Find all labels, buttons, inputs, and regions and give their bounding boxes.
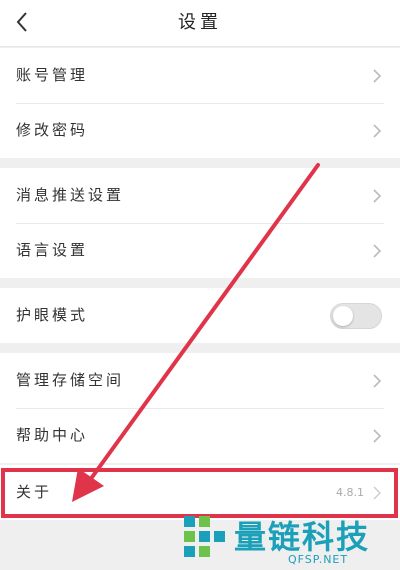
settings-group-eye-care: 护眼模式	[0, 288, 400, 343]
settings-item-label: 语言设置	[16, 241, 89, 259]
chevron-right-icon	[373, 189, 382, 203]
settings-item-label: 修改密码	[16, 121, 89, 139]
eye-care-toggle[interactable]	[330, 303, 382, 329]
settings-item-label: 帮助中心	[16, 426, 89, 444]
watermark-logo-icon	[184, 516, 225, 557]
settings-item-label: 消息推送设置	[16, 186, 125, 204]
chevron-right-icon	[373, 244, 382, 258]
settings-group-account: 账号管理 修改密码	[0, 48, 400, 158]
settings-item-language[interactable]: 语言设置	[0, 223, 400, 278]
settings-item-label: 护眼模式	[16, 306, 89, 324]
settings-item-push-notifications[interactable]: 消息推送设置	[0, 168, 400, 223]
settings-group-storage-help: 管理存储空间 帮助中心	[0, 353, 400, 463]
settings-item-label: 管理存储空间	[16, 371, 125, 389]
watermark-text: 量链科技	[234, 518, 371, 556]
chevron-right-icon	[373, 486, 381, 500]
settings-item-eye-care-mode: 护眼模式	[0, 288, 400, 343]
settings-item-account-management[interactable]: 账号管理	[0, 48, 400, 103]
settings-item-label: 关于	[16, 483, 53, 501]
chevron-right-icon	[373, 69, 382, 83]
header-bar: 设置	[0, 0, 400, 47]
settings-item-label: 账号管理	[16, 66, 89, 84]
watermark-subtext: QFSP.NET	[288, 553, 349, 566]
chevron-right-icon	[373, 124, 382, 138]
page-title: 设置	[178, 12, 222, 33]
settings-group-messages: 消息推送设置 语言设置	[0, 168, 400, 278]
settings-item-change-password[interactable]: 修改密码	[0, 103, 400, 158]
settings-item-help-center[interactable]: 帮助中心	[0, 408, 400, 463]
toggle-knob	[333, 306, 353, 326]
chevron-right-icon	[373, 374, 382, 388]
settings-item-manage-storage[interactable]: 管理存储空间	[0, 353, 400, 408]
chevron-right-icon	[373, 429, 382, 443]
